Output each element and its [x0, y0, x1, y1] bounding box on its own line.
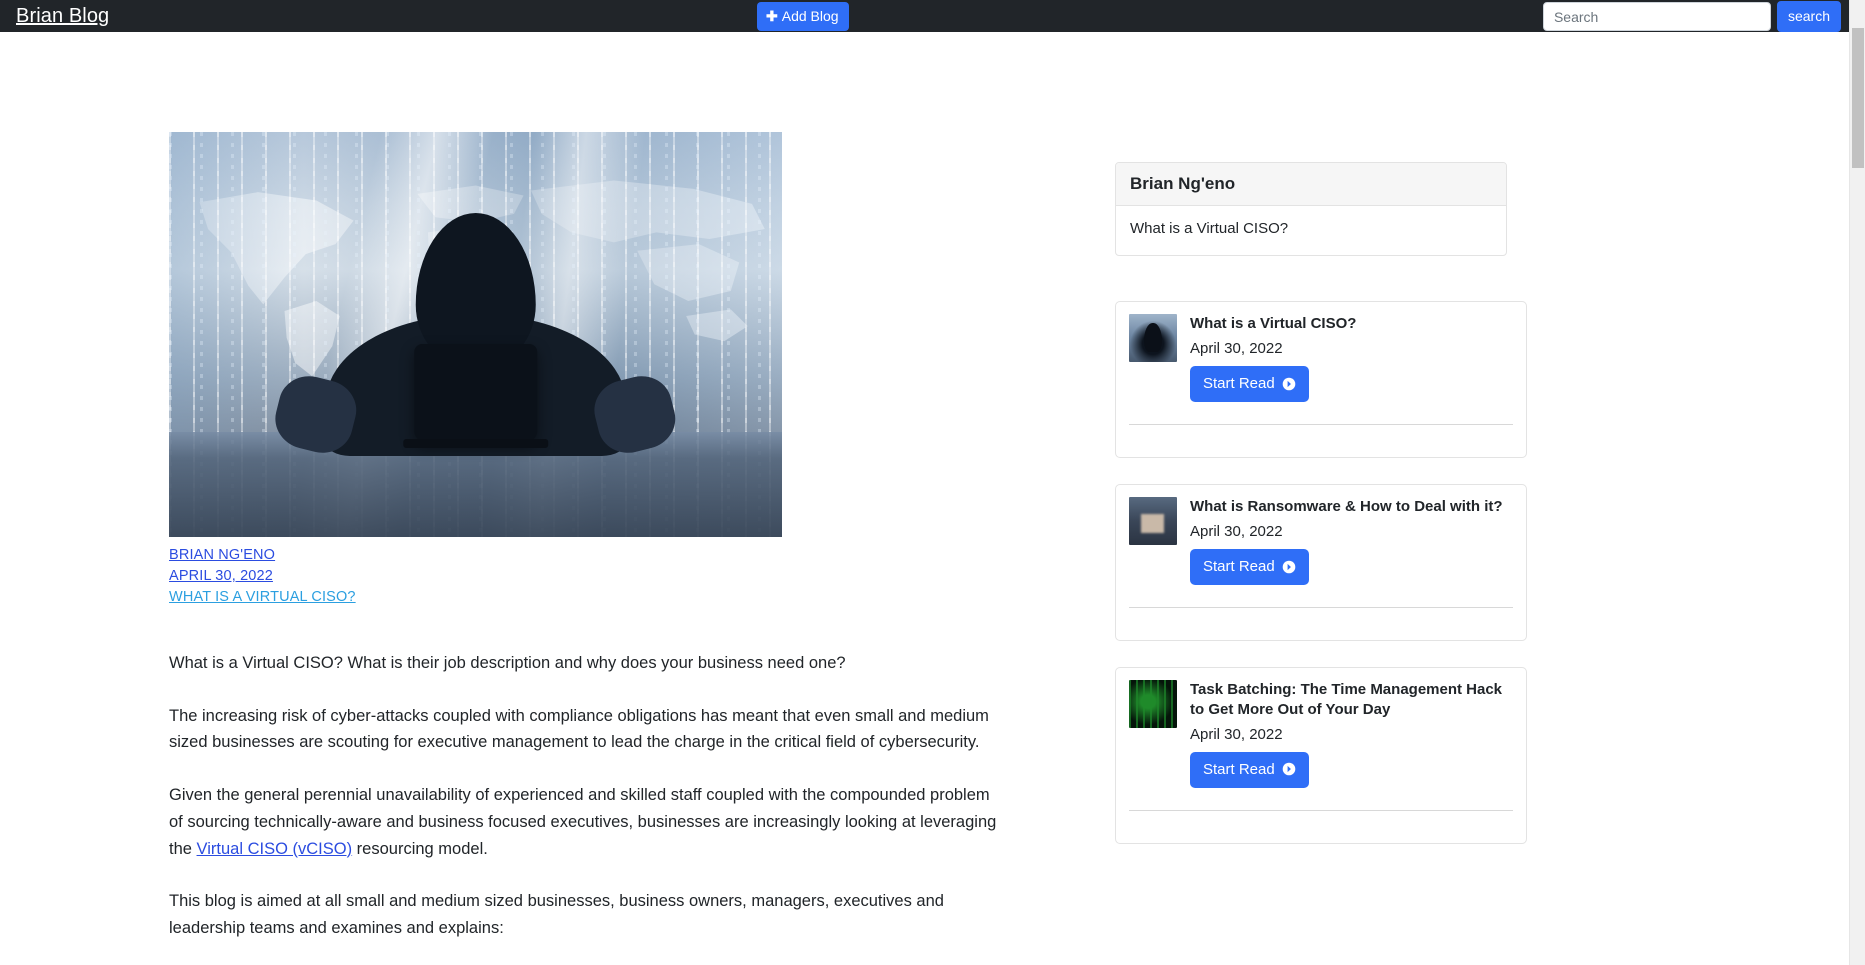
article-date-link[interactable]: APRIL 30, 2022: [169, 566, 273, 587]
post-card[interactable]: Task Batching: The Time Management Hack …: [1115, 667, 1527, 844]
post-info: What is a Virtual CISO? April 30, 2022 S…: [1190, 314, 1513, 403]
post-title: Task Batching: The Time Management Hack …: [1190, 681, 1503, 718]
post-thumbnail-hacker: [1129, 314, 1177, 362]
article-column: BRIAN NG'ENO APRIL 30, 2022 WHAT IS A VI…: [132, 32, 997, 965]
page-body: BRIAN NG'ENO APRIL 30, 2022 WHAT IS A VI…: [0, 32, 1849, 965]
content-container: BRIAN NG'ENO APRIL 30, 2022 WHAT IS A VI…: [132, 32, 1717, 965]
start-read-label: Start Read: [1203, 375, 1275, 393]
search-button[interactable]: search: [1776, 1, 1841, 32]
post-thumbnail-ransomware: [1129, 497, 1177, 546]
search-input[interactable]: [1542, 2, 1771, 31]
post-card[interactable]: What is a Virtual CISO? April 30, 2022 S…: [1115, 301, 1527, 459]
related-posts-list: What is a Virtual CISO? April 30, 2022 S…: [1115, 301, 1527, 844]
post-row: What is Ransomware & How to Deal with it…: [1129, 497, 1513, 586]
add-blog-label: Add Blog: [781, 8, 839, 24]
post-card[interactable]: What is Ransomware & How to Deal with it…: [1115, 484, 1527, 642]
top-navbar: Brian Blog ✚ Add Blog search: [0, 0, 1849, 32]
article-paragraph-2: The increasing risk of cyber-attacks cou…: [169, 706, 989, 752]
author-card: Brian Ng'eno What is a Virtual CISO?: [1115, 162, 1507, 256]
start-read-label: Start Read: [1203, 760, 1275, 778]
vciso-link[interactable]: Virtual CISO (vCISO): [197, 840, 353, 858]
sidebar: Brian Ng'eno What is a Virtual CISO? Wha…: [1115, 32, 1527, 965]
post-card-spacer: [1129, 425, 1513, 457]
post-thumbnail-matrix: [1129, 680, 1177, 729]
linked-paragraph-after: resourcing model.: [352, 839, 488, 858]
start-read-button[interactable]: Start Read: [1190, 549, 1309, 586]
navbar-search-group: search: [1542, 1, 1841, 32]
post-card-spacer: [1129, 811, 1513, 843]
page-scrollbar[interactable]: [1849, 0, 1865, 965]
start-read-button[interactable]: Start Read: [1190, 366, 1309, 403]
article-paragraph-1: What is a Virtual CISO? What is their jo…: [169, 654, 846, 673]
article-paragraph-4: This blog is aimed at all small and medi…: [169, 892, 944, 938]
author-card-header: Brian Ng'eno: [1116, 163, 1506, 206]
laptop-icon: [402, 344, 549, 449]
article-title-link[interactable]: WHAT IS A VIRTUAL CISO?: [169, 587, 356, 608]
post-date: April 30, 2022: [1190, 725, 1283, 743]
article-paragraph-3: Given the general perennial unavailabili…: [169, 782, 997, 862]
post-title: What is a Virtual CISO?: [1190, 315, 1357, 332]
article-author-link[interactable]: BRIAN NG'ENO: [169, 545, 275, 566]
post-row: Task Batching: The Time Management Hack …: [1129, 680, 1513, 788]
post-row: What is a Virtual CISO? April 30, 2022 S…: [1129, 314, 1513, 403]
post-card-spacer: [1129, 608, 1513, 640]
post-date: April 30, 2022: [1190, 340, 1283, 358]
hero-image-wrapper: [169, 132, 782, 537]
arrow-right-circle-icon: [1282, 762, 1296, 776]
start-read-label: Start Read: [1203, 558, 1275, 576]
arrow-right-circle-icon: [1282, 560, 1296, 574]
hacker-hood: [415, 213, 536, 367]
arrow-right-circle-icon: [1282, 377, 1296, 390]
author-card-body: What is a Virtual CISO?: [1130, 220, 1289, 237]
article-meta: BRIAN NG'ENO APRIL 30, 2022 WHAT IS A VI…: [169, 537, 994, 608]
brand-logo[interactable]: Brian Blog: [16, 6, 109, 26]
scrollbar-thumb[interactable]: [1852, 28, 1864, 168]
add-blog-button[interactable]: ✚ Add Blog: [757, 2, 849, 31]
start-read-button[interactable]: Start Read: [1190, 751, 1309, 788]
hero-image: [169, 132, 782, 537]
plus-icon: ✚: [766, 8, 778, 24]
post-info: Task Batching: The Time Management Hack …: [1190, 680, 1513, 788]
post-title: What is Ransomware & How to Deal with it…: [1190, 498, 1503, 516]
navbar-center: ✚ Add Blog: [757, 2, 849, 31]
post-date: April 30, 2022: [1190, 523, 1283, 541]
post-info: What is Ransomware & How to Deal with it…: [1190, 497, 1513, 586]
article-body: What is a Virtual CISO? What is their jo…: [169, 608, 997, 942]
hacker-figure: [269, 213, 682, 460]
